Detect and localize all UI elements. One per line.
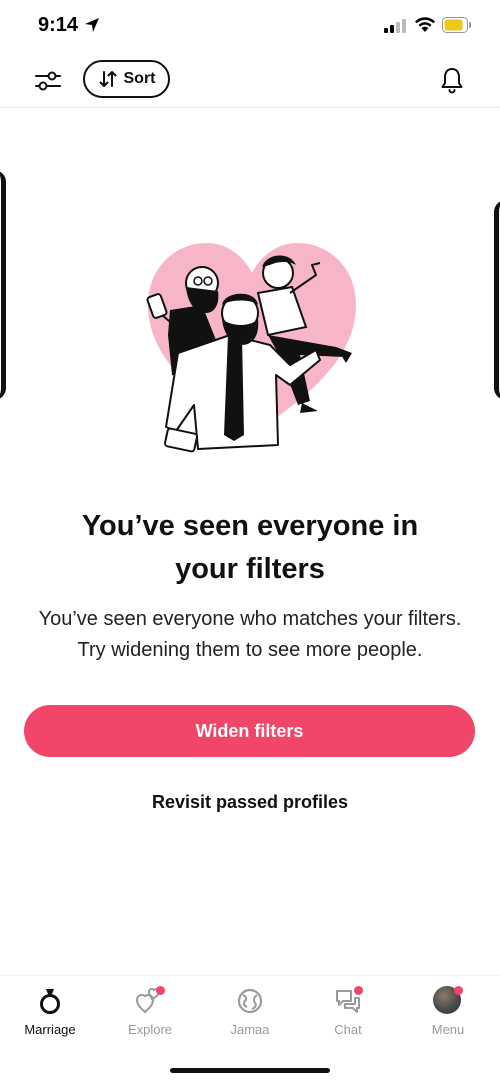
bottom-tab-bar: Marriage Explore Jamaa Chat Menu [0,975,500,1045]
sort-button[interactable]: Sort [83,60,170,98]
filter-button[interactable] [34,68,62,94]
tab-explore[interactable]: Explore [105,986,195,1046]
status-time: 9:14 [38,14,79,36]
tab-label: Chat [334,1022,362,1037]
tab-chat[interactable]: Chat [303,986,393,1046]
right-edge-decoration [494,200,500,400]
menu-badge-dot [454,986,463,995]
tab-label: Marriage [24,1022,76,1037]
tab-label: Jamaa [230,1022,270,1037]
chat-badge-dot [354,986,363,995]
home-indicator [170,1068,330,1073]
sliders-icon [35,71,61,91]
bell-icon [441,68,463,94]
globe-icon [237,988,263,1014]
empty-state-description: You’ve seen everyone who matches your fi… [38,608,462,661]
sort-arrows-icon [99,71,116,87]
notifications-button[interactable] [439,66,465,94]
tab-marriage[interactable]: Marriage [5,986,95,1046]
ring-icon [40,989,60,1014]
empty-state-illustration [146,243,356,453]
left-edge-decoration [0,170,6,400]
sort-label: Sort [123,70,156,87]
widen-filters-button[interactable]: Widen filters [24,705,475,757]
status-bar: 9:14 [0,0,500,52]
tab-label: Menu [431,1022,465,1037]
tab-menu[interactable]: Menu [403,986,493,1046]
location-arrow-icon [85,18,99,32]
battery-icon [442,17,471,33]
cellular-signal-icon [384,19,406,33]
tab-jamaa[interactable]: Jamaa [205,986,295,1046]
revisit-passed-profiles-link[interactable]: Revisit passed profiles [0,792,500,813]
empty-state-title: You’ve seen everyone in your filters [81,510,419,585]
tab-label: Explore [127,1022,173,1037]
wifi-icon [415,17,435,32]
explore-badge-dot [156,986,165,995]
widen-filters-label: Widen filters [195,720,304,741]
top-toolbar: Sort [0,52,500,108]
